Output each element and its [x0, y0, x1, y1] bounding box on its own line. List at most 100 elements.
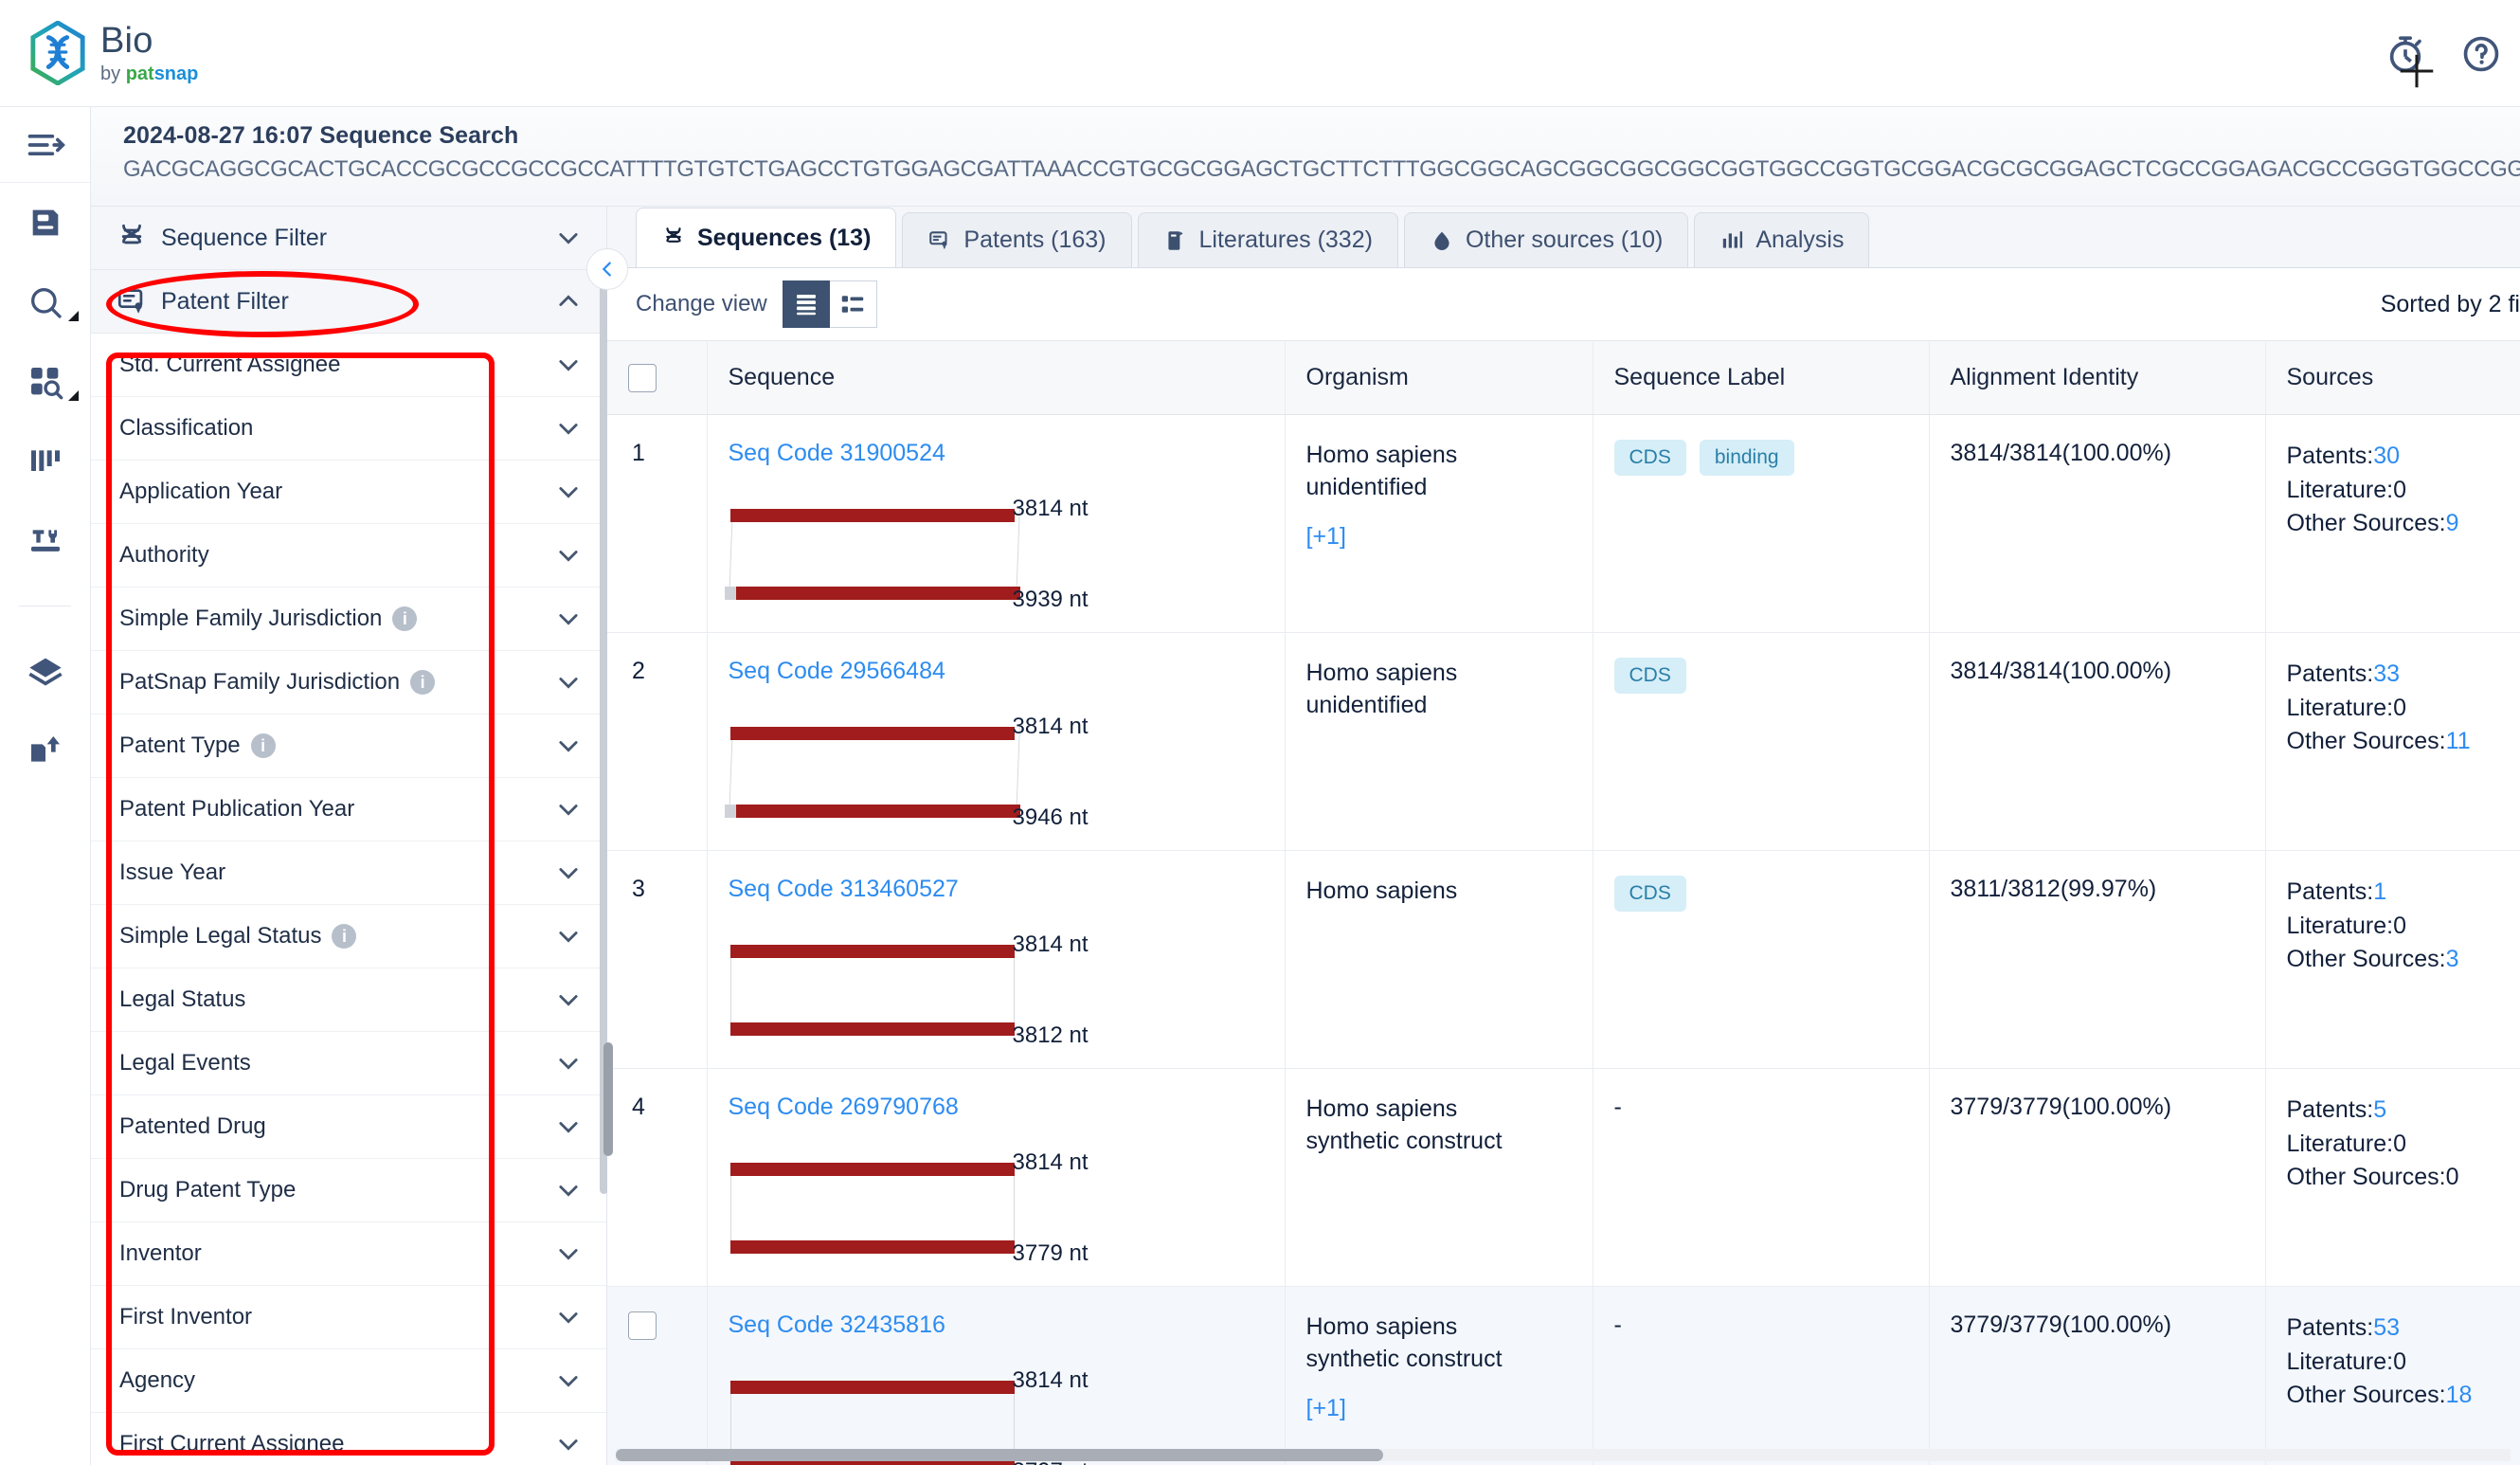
list-view-button[interactable] [782, 280, 830, 328]
table-row[interactable]: 4 Seq Code 269790768 3814 nt 3779 nt Homo sa… [607, 1068, 2520, 1287]
sidebar-item-explore[interactable] [0, 342, 90, 422]
table-row[interactable]: 2 Seq Code 29566484 3814 nt 3946 nt Homo sap… [607, 632, 2520, 851]
row-checkbox[interactable] [628, 1311, 657, 1340]
filter-item[interactable]: First Current Assignee [91, 1413, 606, 1465]
patents-count[interactable]: 30 [2373, 443, 2400, 469]
info-icon[interactable]: i [410, 670, 436, 695]
column-header-sources[interactable]: Sources [2265, 340, 2520, 415]
tab-label: Analysis [1755, 226, 1845, 253]
horizontal-scrollbar[interactable] [616, 1449, 2511, 1461]
patents-count[interactable]: 33 [2373, 660, 2400, 687]
patents-count[interactable]: 5 [2373, 1096, 2386, 1123]
panel-collapse-handle[interactable] [586, 248, 628, 290]
organism-name: Homo sapiens [1305, 442, 1458, 468]
other-sources-count[interactable]: 9 [2446, 510, 2459, 536]
label-tag[interactable]: CDS [1613, 658, 1686, 694]
filter-item[interactable]: Legal Events [91, 1032, 606, 1095]
main-vertical-scrollbar[interactable] [603, 1042, 613, 1156]
sidebar-item-upload[interactable] [0, 711, 90, 790]
table-row[interactable]: 1 Seq Code 31900524 3814 nt 3939 nt Homo sap… [607, 414, 2520, 633]
sidebar-item-library[interactable] [0, 631, 90, 711]
sequences-table: Sequence Organism Sequence Label Alignme… [607, 340, 2520, 1465]
patents-label: Patents: [2286, 1314, 2374, 1341]
query-length-label: 3814 nt [1012, 496, 1089, 521]
filter-item[interactable]: Std. Current Assignee [91, 334, 606, 397]
table-row[interactable]: Seq Code 324358163814 nt3797 ntHomo sapi… [607, 1286, 2520, 1465]
organism-more-link[interactable]: [+1] [1306, 1395, 1346, 1422]
patents-count[interactable]: 1 [2373, 878, 2386, 905]
table-row[interactable]: 3 Seq Code 313460527 3814 nt 3812 nt Homo sa… [607, 850, 2520, 1069]
sequence-code-link[interactable]: Seq Code 29566484 [729, 658, 945, 684]
filter-item[interactable]: Simple Family Jurisdiction i [91, 588, 606, 651]
app-logo[interactable]: Bio by patsnap [28, 21, 198, 85]
label-tag[interactable]: binding [1699, 440, 1794, 476]
tab-literatures-332[interactable]: Literatures (332) [1137, 212, 1398, 267]
horizontal-scrollbar-thumb[interactable] [616, 1449, 1383, 1461]
filter-item[interactable]: Patent Type i [91, 714, 606, 778]
sidebar-item-saved[interactable] [0, 183, 90, 262]
select-all-checkbox[interactable] [628, 363, 657, 392]
filter-item[interactable]: PatSnap Family Jurisdiction i [91, 651, 606, 714]
sequence-code-link[interactable]: Seq Code 31900524 [729, 440, 945, 466]
saved-document-icon [32, 209, 58, 236]
info-icon[interactable]: i [392, 606, 418, 631]
info-icon[interactable]: i [332, 924, 357, 949]
patents-count[interactable]: 53 [2373, 1314, 2400, 1341]
other-sources-count[interactable]: 18 [2446, 1382, 2473, 1408]
sources-patents-line: Patents:1 [2287, 876, 2520, 910]
literature-label: Literature: [2286, 476, 2394, 503]
other-sources-count[interactable]: 0 [2446, 1164, 2459, 1190]
filter-item-label: Legal Status [119, 986, 246, 1012]
tab-label: Sequences (13) [697, 224, 872, 251]
sequence-label-cell: CDS binding [1593, 414, 1930, 633]
filter-item[interactable]: Authority [91, 524, 606, 588]
other-sources-count[interactable]: 11 [2446, 728, 2471, 754]
label-tag[interactable]: CDS [1613, 876, 1686, 912]
filter-group-sequence-filter[interactable]: Sequence Filter [91, 207, 606, 270]
sidebar-item-tools[interactable] [0, 501, 90, 581]
sidebar-item-search[interactable] [0, 262, 90, 342]
filter-item[interactable]: Legal Status [91, 968, 606, 1032]
tab-patents-163[interactable]: Patents (163) [902, 212, 1132, 267]
row-index-cell [607, 1286, 708, 1465]
alignment-identity-cell: 3814/3814(100.00%) [1929, 632, 2266, 851]
search-header: 2024-08-27 16:07 Sequence Search GACGCAG… [91, 107, 2520, 207]
column-header-alignment-identity[interactable]: Alignment Identity [1929, 340, 2266, 415]
other-sources-count[interactable]: 3 [2446, 946, 2459, 972]
filter-item[interactable]: Classification [91, 397, 606, 461]
filter-item[interactable]: Issue Year [91, 841, 606, 905]
rail-collapse-toggle[interactable] [0, 107, 90, 183]
question-circle-icon[interactable] [2459, 32, 2503, 76]
tab-sequences-13[interactable]: Sequences (13) [636, 208, 897, 267]
dna-icon [666, 227, 681, 243]
label-tag[interactable]: CDS [1613, 440, 1686, 476]
filter-item[interactable]: Agency [91, 1349, 606, 1413]
sequence-code-link[interactable]: Seq Code 32435816 [729, 1311, 945, 1338]
column-header-sequence[interactable]: Sequence [707, 340, 1286, 415]
sidebar-item-datasets[interactable] [0, 422, 90, 501]
sources-literature-line: Literature:0 [2287, 692, 2520, 726]
filter-item[interactable]: Drug Patent Type [91, 1159, 606, 1222]
filter-item[interactable]: Inventor [91, 1222, 606, 1286]
column-header-organism[interactable]: Organism [1285, 340, 1593, 415]
query-length-label: 3814 nt [1012, 931, 1089, 957]
column-header-sequence-label[interactable]: Sequence Label [1593, 340, 1930, 415]
sequence-code-link[interactable]: Seq Code 313460527 [729, 876, 959, 902]
info-icon[interactable]: i [250, 733, 276, 758]
filter-item[interactable]: Simple Legal Status i [91, 905, 606, 968]
sequence-code-link[interactable]: Seq Code 269790768 [729, 1094, 959, 1120]
tab-analysis[interactable]: Analysis [1694, 212, 1870, 267]
sorted-by-label[interactable]: Sorted by 2 fi [2381, 268, 2520, 340]
filter-item[interactable]: Application Year [91, 461, 606, 524]
organism-more-link[interactable]: [+1] [1306, 523, 1346, 551]
filter-item[interactable]: First Inventor [91, 1286, 606, 1349]
filter-item[interactable]: Patent Publication Year [91, 778, 606, 841]
filter-item-label: Patent Type [119, 732, 241, 758]
filter-group-patent-filter[interactable]: Patent Filter [91, 270, 606, 334]
filter-item[interactable]: Patented Drug [91, 1095, 606, 1159]
plus-icon[interactable] [2395, 49, 2439, 93]
sources-cell: Patents:1 Literature:0 Other Sources:3 [2265, 850, 2520, 1069]
tools-icon [30, 530, 60, 552]
card-view-button[interactable] [829, 280, 877, 328]
tab-other-sources-10[interactable]: Other sources (10) [1403, 212, 1689, 267]
